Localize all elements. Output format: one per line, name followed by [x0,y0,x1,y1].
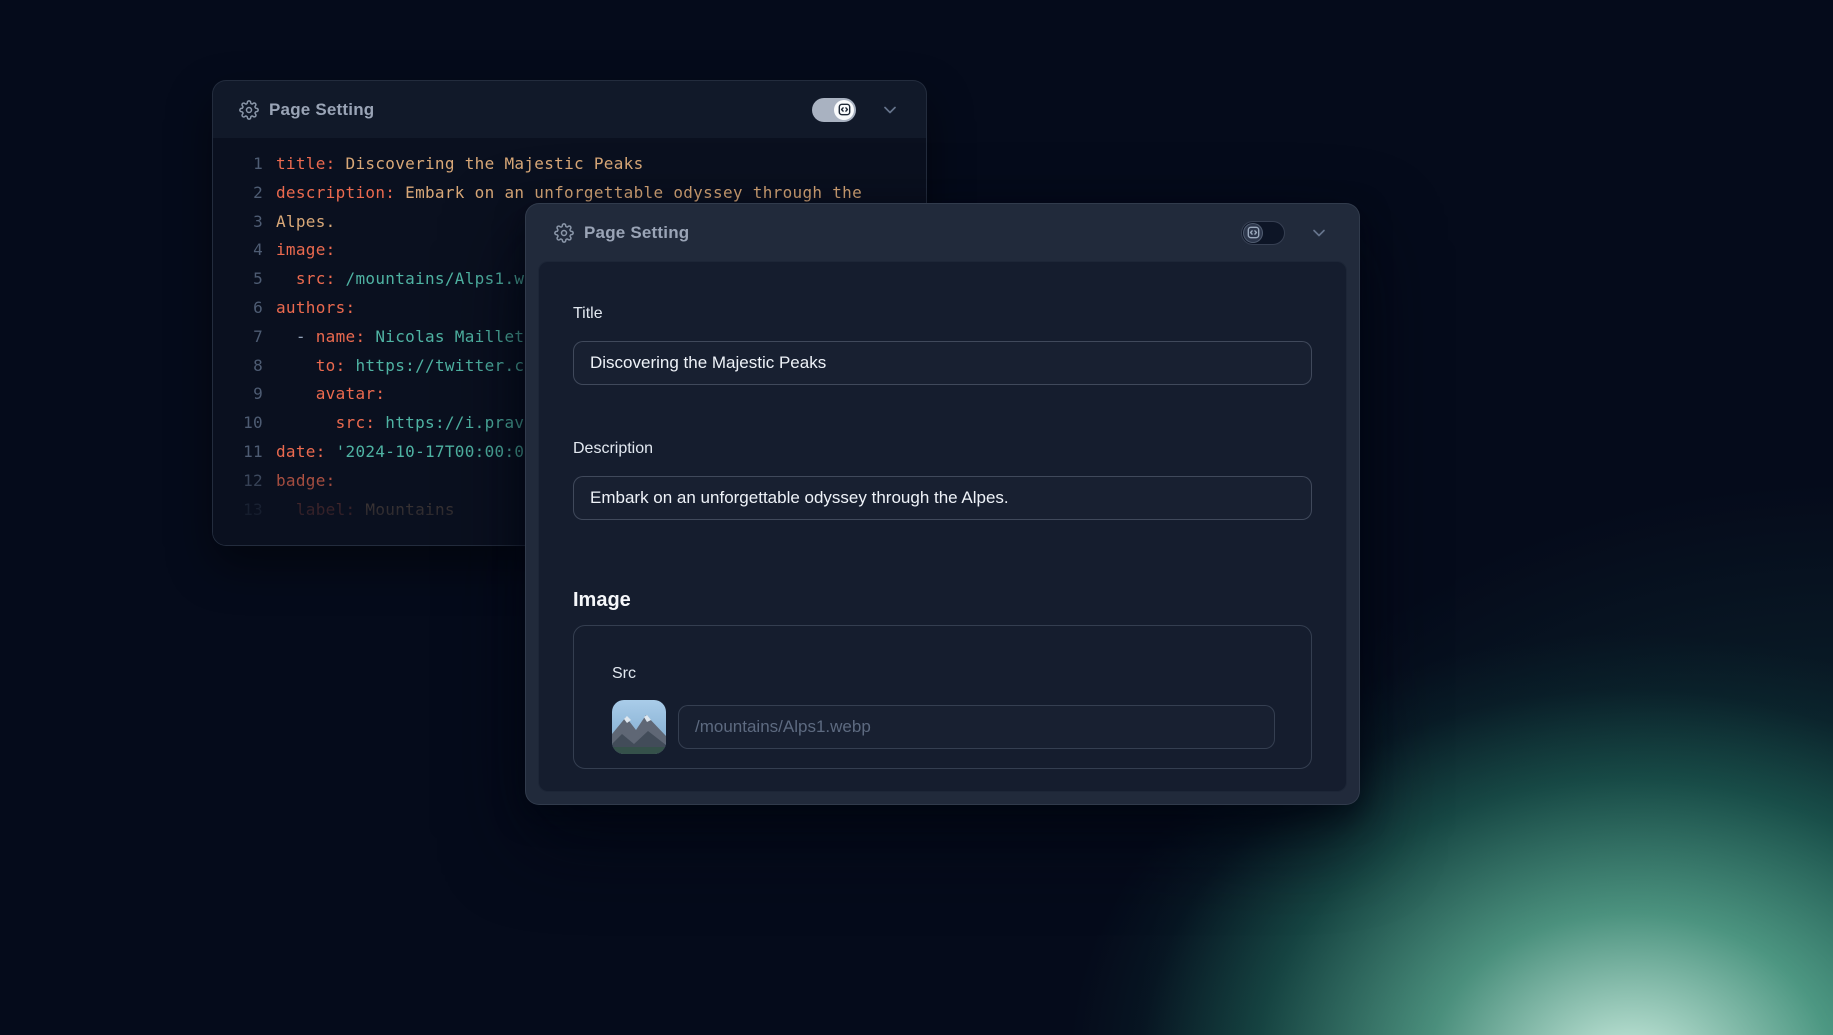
code-line: 1title: Discovering the Majestic Peaks [213,150,926,179]
yaml-panel-header: Page Setting [213,81,926,138]
code-text: image: [263,236,336,265]
code-text: Alpes. [263,208,336,237]
editor-mode-toggle[interactable] [1241,221,1285,245]
toggle-knob [834,100,854,120]
form-body: Title Description Image Src [539,262,1346,769]
code-text: label: Mountains [263,496,455,525]
line-number: 5 [213,265,263,294]
editor-mode-toggle[interactable] [812,98,856,122]
code-icon [838,103,851,116]
image-src-input[interactable] [678,705,1275,749]
line-number: 8 [213,352,263,381]
code-icon [1247,226,1260,239]
page-setting-form: Title Description Image Src [538,261,1347,792]
code-text: - name: Nicolas Maillet [263,323,524,352]
chevron-down-icon[interactable] [1309,223,1329,243]
image-section: Src [573,625,1312,769]
form-panel-header: Page Setting [526,204,1359,261]
image-section-heading: Image [573,588,1312,612]
code-text: to: https://twitter.c [263,352,524,381]
gear-icon [239,100,259,120]
code-text: src: https://i.prav [263,409,524,438]
yaml-panel-title: Page Setting [269,100,374,120]
description-input[interactable] [573,476,1312,520]
line-number: 9 [213,380,263,409]
gear-icon [554,223,574,243]
mountain-thumbnail-image [612,700,666,754]
description-field-label: Description [573,439,1312,458]
line-number: 4 [213,236,263,265]
line-number: 2 [213,179,263,208]
image-src-row [612,700,1275,754]
line-number: 3 [213,208,263,237]
line-number: 6 [213,294,263,323]
title-field-label: Title [573,304,1312,323]
code-text: src: /mountains/Alps1.webp [263,265,554,294]
app-background: Page Setting 1title: Discovering the Maj… [0,0,1833,1035]
code-text: title: Discovering the Majestic Peaks [263,150,644,179]
page-setting-form-panel: Page Setting Title Description Image [525,203,1360,805]
title-input[interactable] [573,341,1312,385]
line-number: 13 [213,496,263,525]
code-text: avatar: [263,380,385,409]
form-panel-title: Page Setting [584,223,689,243]
line-number: 7 [213,323,263,352]
line-number: 12 [213,467,263,496]
line-number: 10 [213,409,263,438]
chevron-down-icon[interactable] [880,100,900,120]
code-text: date: '2024-10-17T00:00:0 [263,438,524,467]
src-field-label: Src [612,664,1275,683]
toggle-knob [1243,223,1263,243]
code-text: authors: [263,294,355,323]
line-number: 1 [213,150,263,179]
line-number: 11 [213,438,263,467]
code-text: badge: [263,467,336,496]
